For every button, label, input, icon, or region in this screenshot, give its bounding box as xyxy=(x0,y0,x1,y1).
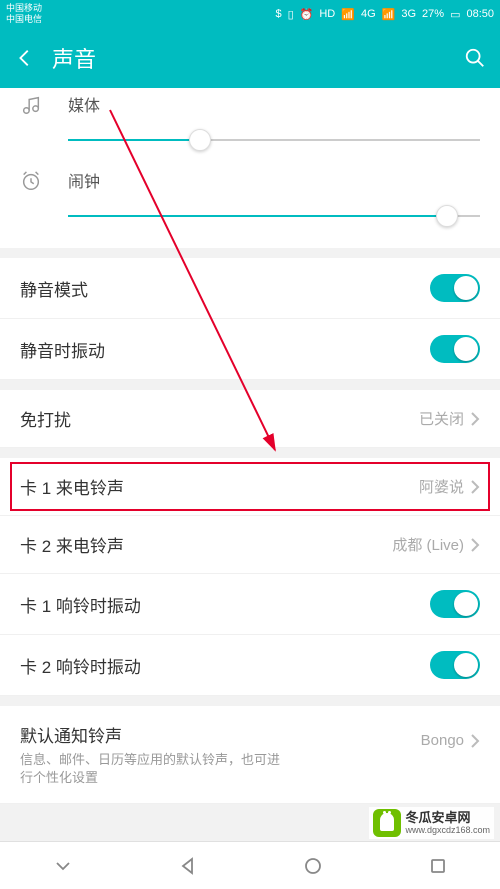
dnd-row[interactable]: 免打扰 已关闭 xyxy=(0,390,500,448)
alarm-volume-label: 闹钟 xyxy=(68,168,480,192)
vibrate-on-silent-label: 静音时振动 xyxy=(20,337,105,362)
sim1-ringtone-label: 卡 1 来电铃声 xyxy=(20,474,124,499)
chevron-right-icon xyxy=(470,411,480,427)
network-3g-icon: 3G xyxy=(401,8,416,20)
media-volume-row: 媒体 xyxy=(0,92,500,162)
hd-icon: HD xyxy=(319,8,335,20)
default-notification-sub: 信息、邮件、日历等应用的默认铃声，也可进行个性化设置 xyxy=(20,751,280,787)
vibrate-icon: ▯ xyxy=(288,8,294,21)
watermark-url: www.dgxcdz168.com xyxy=(405,825,490,835)
sim2-ringtone-label: 卡 2 来电铃声 xyxy=(20,532,124,557)
search-icon[interactable] xyxy=(464,47,486,69)
signal-2-icon: 📶 xyxy=(382,8,396,21)
volume-section: 媒体 闹钟 xyxy=(0,88,500,248)
alarm-volume-row: 闹钟 xyxy=(0,162,500,238)
sim1-vibrate-row[interactable]: 卡 1 响铃时振动 xyxy=(0,574,500,635)
watermark-icon xyxy=(373,809,401,837)
media-volume-slider[interactable] xyxy=(68,126,480,154)
clock-time: 08:50 xyxy=(466,8,494,20)
app-header: 声音 xyxy=(0,28,500,88)
sim1-vibrate-label: 卡 1 响铃时振动 xyxy=(20,592,141,617)
back-icon[interactable] xyxy=(14,47,36,69)
silent-mode-label: 静音模式 xyxy=(20,276,88,301)
signal-1-icon: 📶 xyxy=(341,8,355,21)
carrier-1: 中国移动 xyxy=(6,3,42,14)
default-notification-value: Bongo xyxy=(421,732,464,749)
nav-collapse-icon[interactable] xyxy=(53,856,73,876)
chevron-right-icon xyxy=(470,479,480,495)
sim1-ringtone-highlight: 卡 1 来电铃声 阿婆说 xyxy=(0,458,500,515)
watermark: 冬瓜安卓网 www.dgxcdz168.com xyxy=(369,807,494,839)
alarm-icon xyxy=(20,170,42,192)
battery-percent: 27% xyxy=(422,8,444,20)
chevron-right-icon xyxy=(470,733,480,749)
silent-mode-row[interactable]: 静音模式 xyxy=(0,258,500,319)
dnd-label: 免打扰 xyxy=(20,406,71,431)
default-notification-row[interactable]: 默认通知铃声 信息、邮件、日历等应用的默认铃声，也可进行个性化设置 Bongo xyxy=(0,706,500,804)
sim2-vibrate-label: 卡 2 响铃时振动 xyxy=(20,653,141,678)
alarm-status-icon: ⏰ xyxy=(300,8,314,21)
nav-home-icon[interactable] xyxy=(303,856,323,876)
status-bar: 中国移动 中国电信 $ ▯ ⏰ HD 📶 4G 📶 3G 27% ▭ 08:50 xyxy=(0,0,500,28)
bluetooth-icon: $ xyxy=(275,8,281,20)
default-notification-label: 默认通知铃声 xyxy=(20,722,280,747)
sim1-vibrate-toggle[interactable] xyxy=(430,590,480,618)
media-icon xyxy=(20,94,42,116)
vibrate-on-silent-row[interactable]: 静音时振动 xyxy=(0,319,500,380)
nav-bar xyxy=(0,841,500,889)
carrier-2: 中国电信 xyxy=(6,14,42,25)
dnd-value: 已关闭 xyxy=(419,408,464,429)
alarm-volume-slider[interactable] xyxy=(68,202,480,230)
sim2-vibrate-row[interactable]: 卡 2 响铃时振动 xyxy=(0,635,500,696)
sim1-ringtone-value: 阿婆说 xyxy=(419,476,464,497)
watermark-name: 冬瓜安卓网 xyxy=(405,811,490,825)
battery-icon: ▭ xyxy=(450,8,460,21)
network-4g-icon: 4G xyxy=(361,8,376,20)
silent-mode-toggle[interactable] xyxy=(430,274,480,302)
nav-recent-icon[interactable] xyxy=(428,856,448,876)
vibrate-on-silent-toggle[interactable] xyxy=(430,335,480,363)
sim2-ringtone-value: 成都 (Live) xyxy=(392,534,464,555)
nav-back-icon[interactable] xyxy=(178,856,198,876)
status-icons: $ ▯ ⏰ HD 📶 4G 📶 3G 27% ▭ 08:50 xyxy=(275,8,494,21)
sim1-ringtone-row[interactable]: 卡 1 来电铃声 阿婆说 xyxy=(0,458,500,515)
sim2-vibrate-toggle[interactable] xyxy=(430,651,480,679)
sim2-ringtone-row[interactable]: 卡 2 来电铃声 成都 (Live) xyxy=(0,515,500,574)
carrier-info: 中国移动 中国电信 xyxy=(6,3,42,25)
chevron-right-icon xyxy=(470,537,480,553)
page-title: 声音 xyxy=(52,42,96,74)
media-volume-label: 媒体 xyxy=(68,92,480,116)
